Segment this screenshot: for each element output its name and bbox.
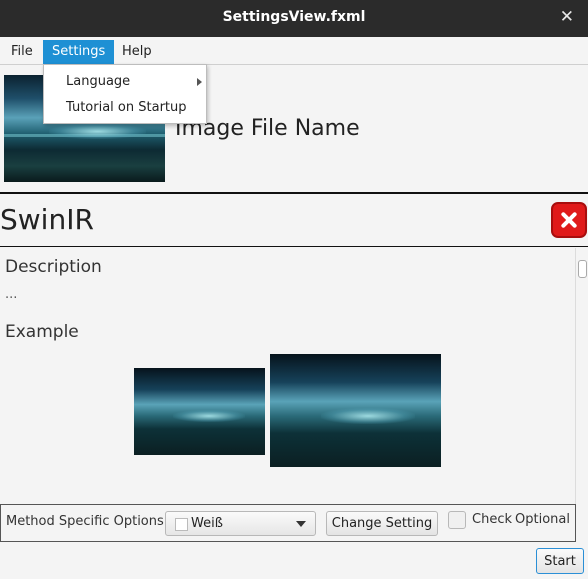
menu-item-tutorial-on-startup[interactable]: Tutorial on Startup — [66, 100, 187, 115]
menu-item-language[interactable]: Language — [66, 74, 130, 89]
method-title: SwinIR — [0, 203, 94, 236]
vertical-scrollbar[interactable] — [575, 248, 588, 542]
start-button[interactable]: Start — [536, 548, 584, 574]
option-combo-box[interactable]: Weiß — [165, 511, 316, 536]
scrollbar-thumb[interactable] — [578, 260, 587, 278]
settings-dropdown: Language Tutorial on Startup — [43, 64, 207, 124]
description-text: ... — [5, 287, 18, 302]
divider — [0, 246, 588, 247]
change-setting-button[interactable]: Change Setting — [326, 511, 438, 536]
method-details-scroll-pane[interactable]: Description ... Example — [0, 248, 588, 542]
remove-method-icon[interactable] — [551, 202, 587, 238]
combo-value: Weiß — [191, 516, 223, 531]
method-specific-options-label: Method Specific Options — [6, 514, 164, 529]
description-label: Description — [5, 257, 102, 277]
divider — [0, 192, 588, 194]
color-swatch-icon — [175, 518, 188, 531]
menu-settings[interactable]: Settings — [43, 40, 115, 66]
example-image-before — [134, 368, 265, 455]
title-bar: SettingsView.fxml ✕ — [0, 0, 588, 37]
optional-label: Optional — [515, 512, 570, 527]
window-close-icon[interactable]: ✕ — [560, 7, 574, 27]
window-title: SettingsView.fxml — [222, 9, 366, 25]
menu-help[interactable]: Help — [113, 41, 161, 65]
check-label: Check — [472, 512, 512, 527]
submenu-arrow-icon — [197, 78, 202, 86]
example-image-after — [270, 354, 441, 467]
settings-window: SettingsView.fxml ✕ File Settings Help L… — [0, 0, 588, 579]
menu-file[interactable]: File — [2, 41, 42, 65]
menu-bar: File Settings Help — [0, 37, 588, 66]
check-checkbox[interactable] — [448, 511, 466, 529]
chevron-down-icon — [296, 521, 306, 527]
method-options-bar: Method Specific Options Weiß Change Sett… — [0, 504, 576, 542]
example-label: Example — [5, 322, 79, 342]
